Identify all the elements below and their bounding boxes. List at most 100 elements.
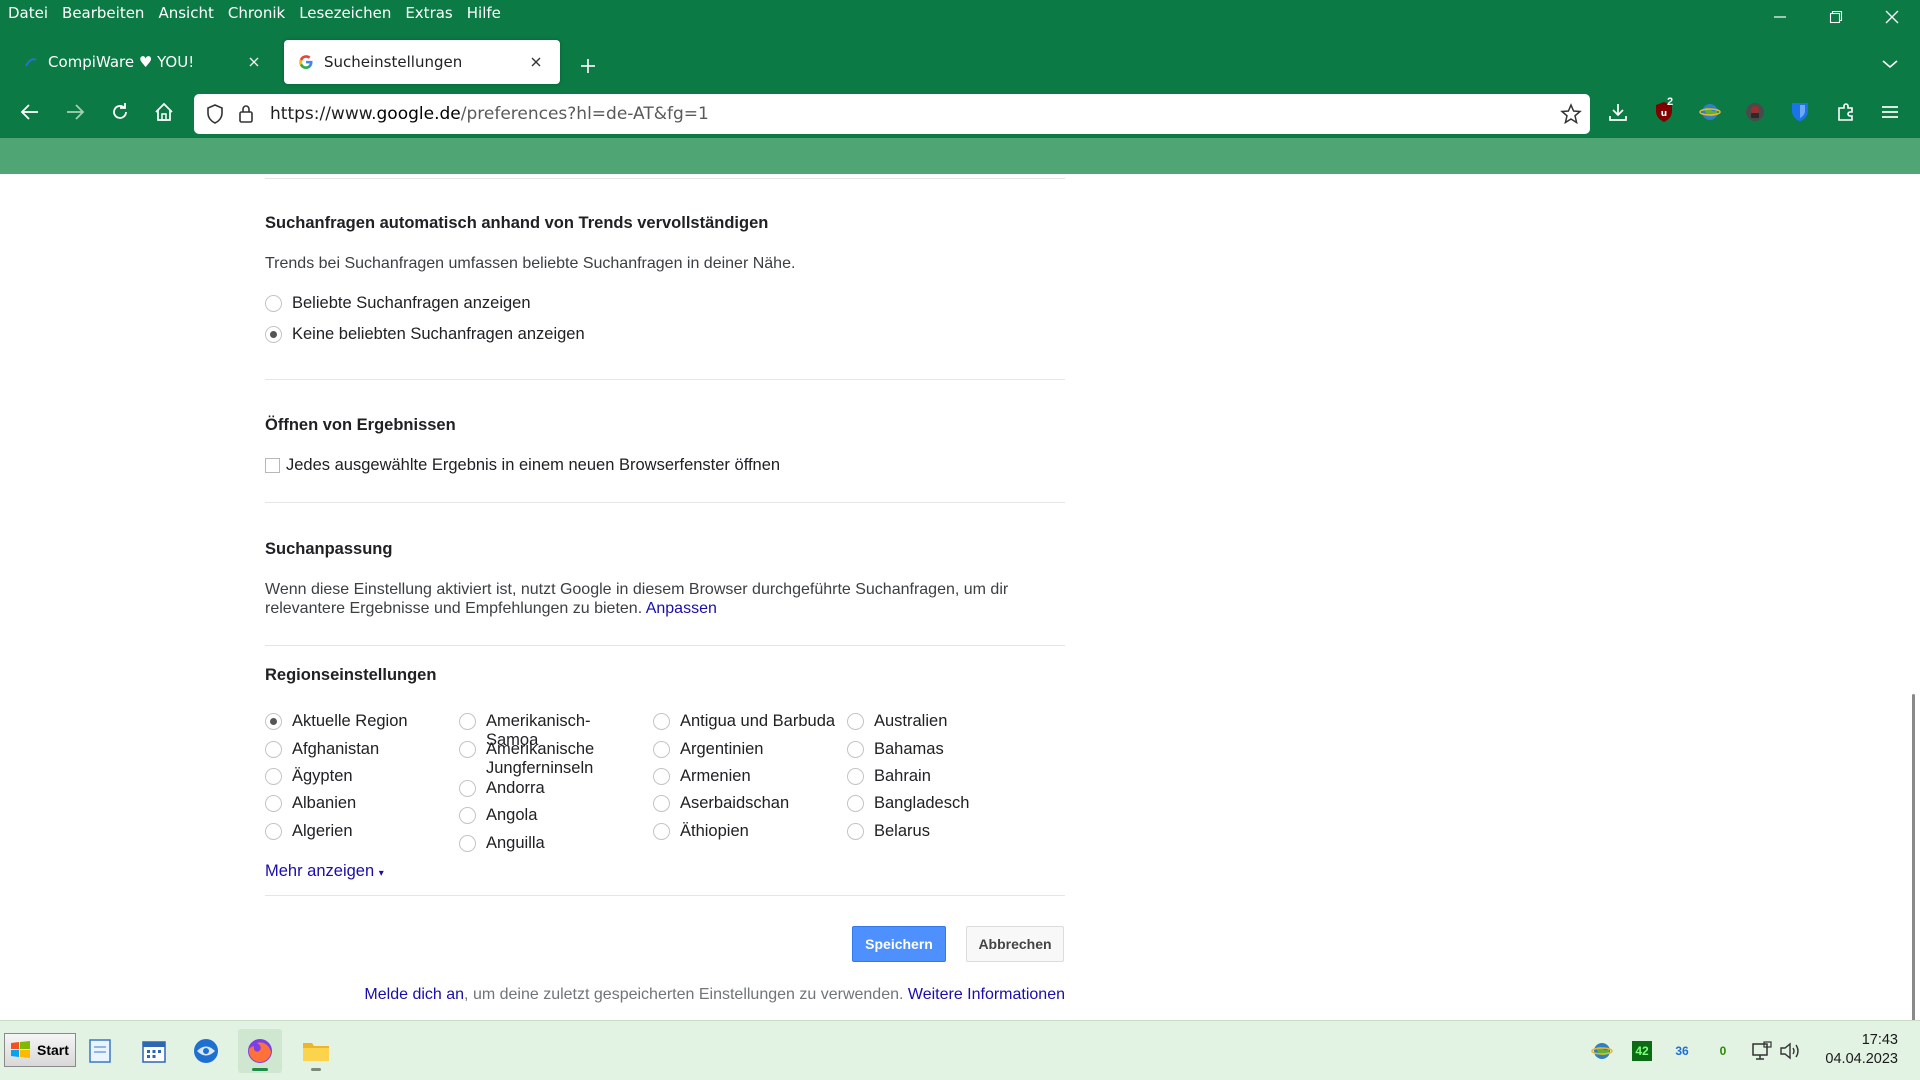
- region-option[interactable]: Aserbaidschan: [653, 794, 841, 813]
- region-option[interactable]: Bahamas: [847, 740, 1035, 759]
- radio-button[interactable]: [847, 823, 864, 840]
- radio-button[interactable]: [653, 795, 670, 812]
- address-bar[interactable]: https://www.google.de/preferences?hl=de-…: [194, 94, 1590, 134]
- region-label: Amerikanische Jungferninseln: [486, 740, 595, 777]
- shield-icon[interactable]: [206, 104, 224, 129]
- region-option[interactable]: Anguilla: [459, 834, 629, 853]
- tab-compiware[interactable]: CompiWare ♥ YOU!: [10, 40, 278, 84]
- trends-option-hide[interactable]: Keine beliebten Suchanfragen anzeigen: [265, 325, 585, 344]
- region-option[interactable]: Ägypten: [265, 767, 453, 786]
- restore-button[interactable]: [1808, 0, 1864, 34]
- bookmark-star-icon[interactable]: [1560, 103, 1582, 130]
- menu-bearbeiten[interactable]: Bearbeiten: [62, 4, 144, 22]
- menu-ansicht[interactable]: Ansicht: [158, 4, 213, 22]
- tray-temperature[interactable]: 36: [1670, 1039, 1694, 1063]
- customize-link[interactable]: Anpassen: [646, 600, 717, 617]
- radio-button[interactable]: [265, 823, 282, 840]
- tab-strip: CompiWare ♥ YOU! Sucheinstellungen: [0, 38, 1920, 86]
- region-option[interactable]: Albanien: [265, 794, 453, 813]
- more-info-link[interactable]: Weitere Informationen: [908, 986, 1065, 1003]
- radio-button[interactable]: [265, 768, 282, 785]
- reload-button[interactable]: [102, 94, 138, 130]
- taskbar-explorer-app[interactable]: [294, 1029, 338, 1073]
- privacy-extension-button[interactable]: [1737, 94, 1773, 130]
- menu-hilfe[interactable]: Hilfe: [467, 4, 501, 22]
- menu-chronik[interactable]: Chronik: [228, 4, 285, 22]
- region-option[interactable]: Amerikanische Jungferninseln: [459, 740, 629, 778]
- radio-button[interactable]: [847, 768, 864, 785]
- close-window-button[interactable]: [1864, 0, 1920, 34]
- show-more-link[interactable]: Mehr anzeigen ▾: [265, 862, 384, 881]
- radio-button[interactable]: [459, 741, 476, 758]
- tray-clock[interactable]: 17:43 04.04.2023: [1825, 1031, 1898, 1069]
- ublock-extension-button[interactable]: u 2: [1646, 94, 1682, 130]
- back-button[interactable]: [12, 94, 48, 130]
- region-option[interactable]: Bangladesch: [847, 794, 1035, 813]
- downloads-button[interactable]: [1600, 94, 1636, 130]
- taskbar-firefox-app[interactable]: [238, 1029, 282, 1073]
- radio-button[interactable]: [653, 741, 670, 758]
- app-menu-button[interactable]: [1872, 94, 1908, 130]
- radio-button[interactable]: [459, 835, 476, 852]
- lock-icon[interactable]: [238, 103, 254, 128]
- radio-button-checked[interactable]: [265, 326, 282, 343]
- region-option[interactable]: Armenien: [653, 767, 841, 786]
- radio-button[interactable]: [653, 823, 670, 840]
- save-button[interactable]: Speichern: [852, 926, 946, 962]
- radio-button[interactable]: [459, 807, 476, 824]
- radio-button[interactable]: [265, 741, 282, 758]
- region-option[interactable]: Andorra: [459, 779, 629, 798]
- radio-button[interactable]: [847, 713, 864, 730]
- tray-counter[interactable]: 0: [1711, 1039, 1735, 1063]
- menu-datei[interactable]: Datei: [8, 4, 48, 22]
- tab-close-button[interactable]: [526, 52, 546, 72]
- radio-button[interactable]: [459, 780, 476, 797]
- taskbar-calendar-app[interactable]: [132, 1029, 176, 1073]
- radio-button[interactable]: [847, 741, 864, 758]
- region-option[interactable]: Antigua und Barbuda: [653, 712, 841, 731]
- radio-button[interactable]: [265, 295, 282, 312]
- region-option[interactable]: Argentinien: [653, 740, 841, 759]
- minimize-button[interactable]: [1752, 0, 1808, 34]
- tray-globe[interactable]: [1590, 1039, 1614, 1063]
- globe-extension-button[interactable]: [1692, 94, 1728, 130]
- region-option[interactable]: Afghanistan: [265, 740, 453, 759]
- radio-button[interactable]: [459, 713, 476, 730]
- new-window-option[interactable]: Jedes ausgewählte Ergebnis in einem neue…: [265, 456, 780, 475]
- forward-button[interactable]: [57, 94, 93, 130]
- tray-network[interactable]: [1750, 1039, 1774, 1063]
- region-label: Ägypten: [292, 767, 353, 785]
- tab-sucheinstellungen[interactable]: Sucheinstellungen: [284, 40, 560, 84]
- menu-lesezeichen[interactable]: Lesezeichen: [299, 4, 391, 22]
- taskbar-thunderbird-app[interactable]: [184, 1029, 228, 1073]
- home-button[interactable]: [146, 94, 182, 130]
- trends-option-show[interactable]: Beliebte Suchanfragen anzeigen: [265, 294, 531, 313]
- menu-extras[interactable]: Extras: [405, 4, 452, 22]
- radio-button[interactable]: [653, 713, 670, 730]
- region-option[interactable]: Äthiopien: [653, 822, 841, 841]
- extensions-button[interactable]: [1828, 94, 1864, 130]
- tray-cpu-meter[interactable]: 42: [1632, 1041, 1652, 1061]
- sign-in-link[interactable]: Melde dich an: [364, 986, 464, 1003]
- radio-button[interactable]: [653, 768, 670, 785]
- scrollbar-thumb[interactable]: [1912, 694, 1915, 1074]
- url-text[interactable]: https://www.google.de/preferences?hl=de-…: [270, 104, 709, 124]
- tab-list-button[interactable]: [1876, 50, 1904, 78]
- new-window-checkbox[interactable]: [265, 458, 280, 473]
- region-option[interactable]: Bahrain: [847, 767, 1035, 786]
- tray-volume[interactable]: [1778, 1039, 1802, 1063]
- taskbar-notes-app[interactable]: [78, 1029, 122, 1073]
- tab-close-button[interactable]: [244, 52, 264, 72]
- region-option[interactable]: Australien: [847, 712, 1035, 731]
- region-option[interactable]: Angola: [459, 806, 629, 825]
- bitwarden-extension-button[interactable]: [1782, 94, 1818, 130]
- cancel-button[interactable]: Abbrechen: [966, 926, 1064, 962]
- radio-button[interactable]: [847, 795, 864, 812]
- region-option[interactable]: Belarus: [847, 822, 1035, 841]
- radio-button[interactable]: [265, 795, 282, 812]
- new-tab-button[interactable]: [574, 52, 602, 80]
- radio-button-checked[interactable]: [265, 713, 282, 730]
- region-option[interactable]: Aktuelle Region: [265, 712, 453, 731]
- region-option[interactable]: Algerien: [265, 822, 453, 841]
- start-button[interactable]: Start: [4, 1033, 76, 1067]
